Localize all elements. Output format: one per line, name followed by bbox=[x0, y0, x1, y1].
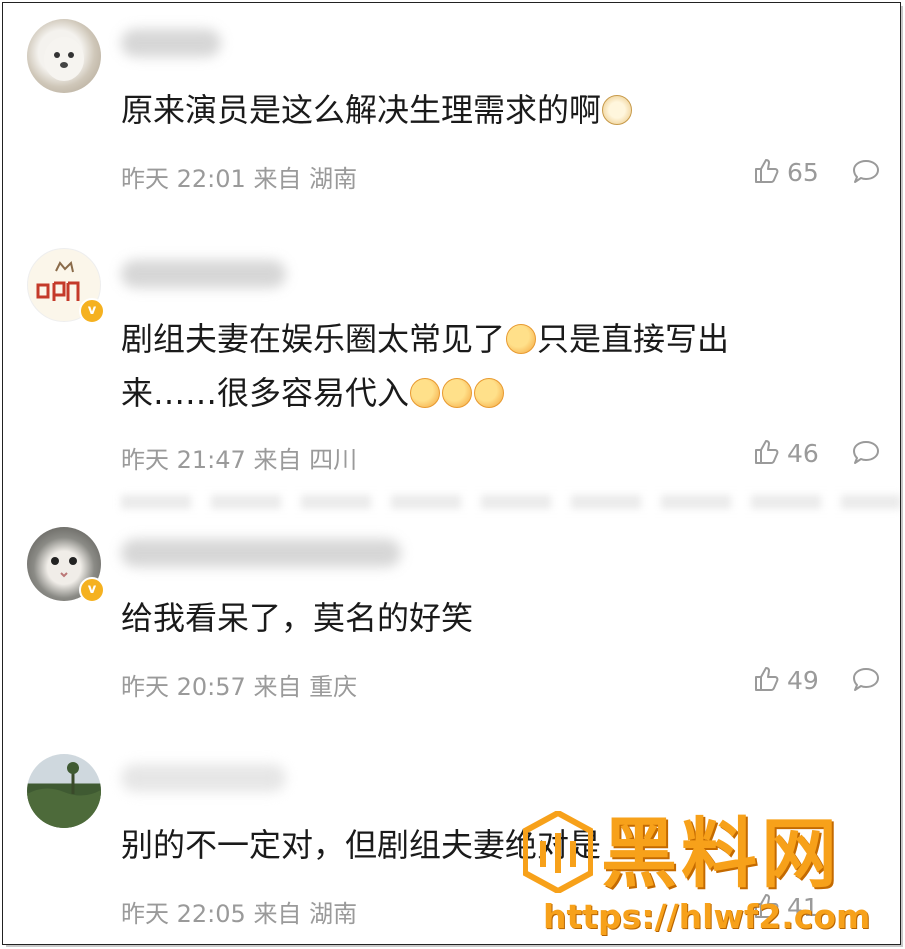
comment-item: v 给我看呆了，莫名的好笑 昨天 20:57 来自 重庆 49 bbox=[3, 515, 900, 725]
doge-emoji-icon bbox=[602, 95, 633, 125]
like-count: 49 bbox=[787, 666, 819, 695]
avatar[interactable] bbox=[27, 754, 101, 828]
comment-list: 原来演员是这么解决生理需求的啊 昨天 22:01 来自 湖南 65 v 剧组夫妻… bbox=[2, 2, 901, 945]
landscape-avatar-icon bbox=[27, 762, 101, 828]
thumbs-up-icon bbox=[755, 159, 779, 183]
comment-time: 昨天 22:01 bbox=[121, 165, 246, 193]
comment-bubble-icon bbox=[853, 441, 879, 464]
avatar[interactable] bbox=[27, 19, 101, 93]
like-count: 65 bbox=[787, 158, 819, 187]
comment-bubble-icon bbox=[853, 668, 879, 691]
username-blurred[interactable] bbox=[121, 29, 221, 57]
dog-avatar-icon bbox=[44, 37, 84, 81]
thumbs-up-icon bbox=[755, 440, 779, 464]
drooling-emoji-icon bbox=[506, 324, 537, 354]
like-count: 46 bbox=[787, 439, 819, 468]
comment-item: 原来演员是这么解决生理需求的啊 昨天 22:01 来自 湖南 65 bbox=[3, 3, 900, 218]
like-button[interactable]: 46 bbox=[753, 438, 819, 468]
comment-source: 来自 重庆 bbox=[253, 673, 358, 701]
username-blurred[interactable] bbox=[121, 539, 401, 567]
verified-badge-icon: v bbox=[79, 577, 105, 603]
reply-button[interactable] bbox=[851, 158, 881, 190]
comment-bubble-icon bbox=[853, 160, 879, 183]
drooling-emoji-icon bbox=[474, 378, 505, 408]
comment-item: v 剧组夫妻在娱乐圈太常见了 只是直接写出 来……很多容易代入 昨天 21:47 … bbox=[3, 218, 900, 498]
drooling-emoji-icon bbox=[442, 378, 473, 408]
username-blurred[interactable] bbox=[121, 764, 286, 792]
watermark-logo-icon bbox=[523, 811, 593, 893]
comment-meta: 昨天 21:47 来自 四川 bbox=[121, 440, 357, 475]
username-blurred[interactable] bbox=[121, 260, 286, 288]
reply-button[interactable] bbox=[851, 666, 881, 698]
watermark-title: 黑料网 bbox=[601, 809, 841, 898]
comment-text: 剧组夫妻在娱乐圈太常见了 只是直接写出 bbox=[121, 320, 730, 358]
comment-time: 昨天 22:05 bbox=[121, 900, 246, 928]
blurred-divider bbox=[121, 495, 900, 509]
comment-text-line2: 来……很多容易代入 bbox=[121, 366, 505, 420]
comment-meta: 昨天 22:05 来自 湖南 bbox=[121, 894, 357, 929]
like-button[interactable]: 49 bbox=[753, 665, 819, 695]
like-button[interactable]: 65 bbox=[753, 157, 819, 187]
comment-text: 原来演员是这么解决生理需求的啊 bbox=[121, 83, 633, 137]
verified-badge-icon: v bbox=[79, 298, 105, 324]
thumbs-up-icon bbox=[755, 667, 779, 691]
reply-button[interactable] bbox=[851, 439, 881, 471]
comment-text: 给我看呆了，莫名的好笑 bbox=[121, 599, 474, 637]
comment-source: 来自 四川 bbox=[253, 446, 358, 474]
comment-source: 来自 湖南 bbox=[253, 165, 358, 193]
comment-meta: 昨天 20:57 来自 重庆 bbox=[121, 667, 357, 702]
comment-time: 昨天 21:47 bbox=[121, 446, 246, 474]
comment-meta: 昨天 22:01 来自 湖南 bbox=[121, 159, 357, 194]
comment-time: 昨天 20:57 bbox=[121, 673, 246, 701]
drooling-emoji-icon bbox=[410, 378, 441, 408]
comment-source: 来自 湖南 bbox=[253, 900, 358, 928]
watermark-url: https://hlwf2.com bbox=[543, 897, 871, 936]
